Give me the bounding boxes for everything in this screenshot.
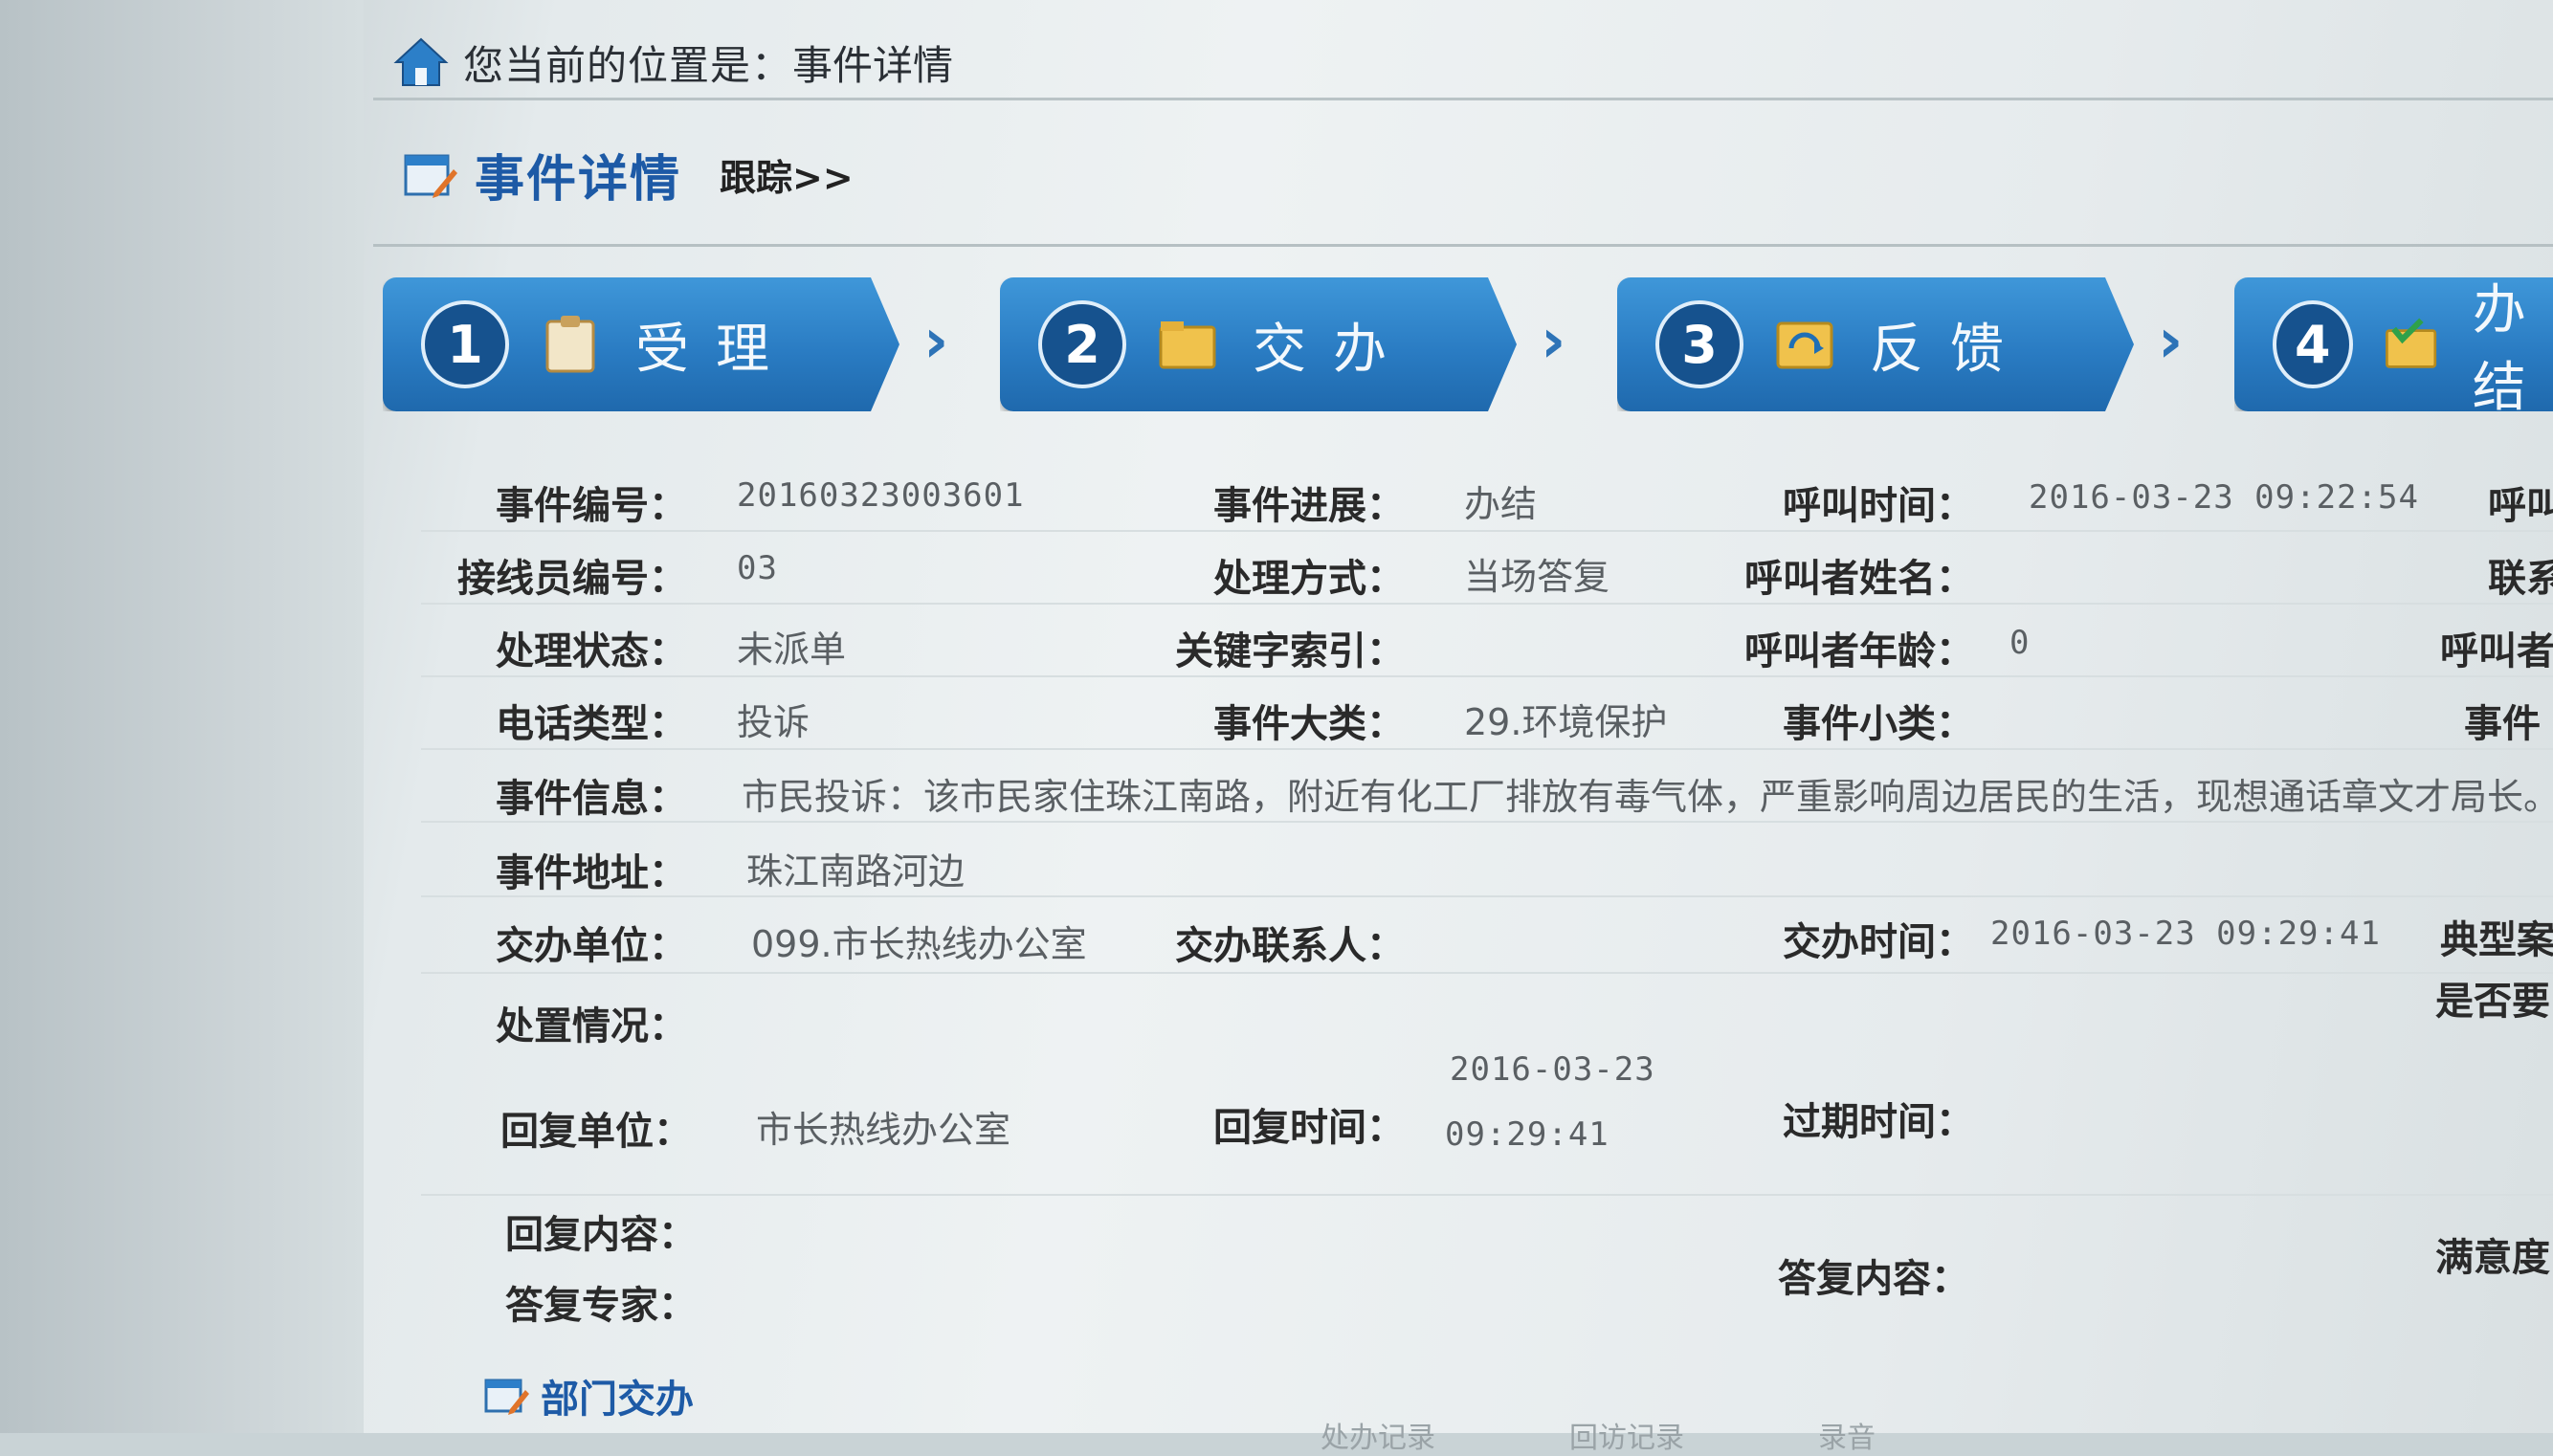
operator-value: 03 [737,549,778,587]
step-accept[interactable]: 1 受理 [383,277,899,411]
keyword-label: 关键字索引： [1175,629,1405,673]
step-label: 反馈 [1870,318,2031,381]
col4-label: 典型案 [2440,918,2553,962]
status-label: 处理状态： [496,629,687,673]
col4-label: 是否要 [2435,980,2550,1024]
table-row: 处置情况： 是否要 [421,974,2553,1048]
phone-type-value: 投诉 [737,701,810,743]
address-value: 珠江南路河边 [746,850,966,893]
page-title: 事件详情 [475,151,682,209]
assign-time-label: 交办时间： [1783,920,1974,964]
step-feedback[interactable]: 3 反馈 [1617,277,2134,411]
step-number: 1 [421,300,509,388]
reply-unit-label: 回复单位： [500,1110,692,1154]
reply-time-clock: 09:29:41 [1445,1115,1610,1154]
divider [373,244,2553,247]
category-value: 29.环境保护 [1464,701,1668,743]
expert-label: 答复专家： [505,1284,697,1328]
table-row: 处理状态： 未派单 关键字索引： 呼叫者年龄： 0 呼叫者 [421,605,2553,677]
call-time-value: 2016-03-23 09:22:54 [2029,478,2419,517]
step-assign[interactable]: 2 交办 [1000,277,1517,411]
table-row: 事件信息： 市民投诉：该市民家住珠江南路，附近有化工厂排放有毒气体，严重影响周边… [421,750,2553,823]
col4-label: 呼叫 [2488,484,2553,528]
method-label: 处理方式： [1213,557,1405,601]
reply-time-label: 回复时间： [1213,1106,1405,1150]
table-row: 交办单位： 099.市长热线办公室 交办联系人： 交办时间： 2016-03-2… [421,897,2553,974]
tab-recording[interactable]: 录音 [1818,1414,1876,1456]
divider [373,98,2553,100]
step-number: 3 [1655,300,1743,388]
col4-label: 联系 [2488,557,2553,601]
assign-unit-label: 交办单位： [496,924,687,968]
table-row: 回复内容： 答复专家： 答复内容： 满意度： [421,1198,2553,1341]
breadcrumb: 您当前的位置是： 事件详情 [392,19,953,105]
assign-contact-label: 交办联系人： [1175,924,1405,968]
subcategory-label: 事件小类： [1783,702,1974,746]
document-edit-icon [484,1379,529,1415]
assign-unit-value: 099.市长热线办公室 [751,923,1087,965]
table-row: 事件地址： 珠江南路河边 [421,825,2553,897]
satisfaction-label: 满意度： [2435,1236,2553,1280]
clipboard-icon [538,314,603,375]
progress-value: 办结 [1464,483,1538,525]
reply-time-date: 2016-03-23 [1450,1050,1655,1089]
step-label: 交办 [1253,318,1413,381]
col4-label: 事件 [2464,702,2541,746]
step-arrow-icon: › [2158,306,2184,377]
table-row: 事件编号： 20160323003601 事件进展： 办结 呼叫时间： 2016… [421,459,2553,532]
phone-type-label: 电话类型： [496,702,687,746]
dept-section-header: 部门交办 [483,1368,694,1423]
info-label: 事件信息： [496,777,687,821]
feedback-icon [1772,314,1837,375]
step-label: 办结 [2472,279,2553,419]
col4-label: 呼叫者 [2440,629,2553,673]
reply-unit-value: 市长热线办公室 [756,1109,1011,1151]
operator-label: 接线员编号： [457,557,687,601]
home-icon[interactable] [392,33,450,91]
title-bar: 事件详情 跟踪>> [402,139,854,210]
folder-icon [1155,314,1220,375]
progress-label: 事件进展： [1213,484,1405,528]
answer-content-label: 答复内容： [1778,1257,1969,1301]
check-folder-icon [2382,314,2440,375]
call-time-label: 呼叫时间： [1783,484,1974,528]
progress-steps: 1 受理 › 2 交办 › 3 反馈 › 4 办结 [383,277,2553,440]
event-no-value: 20160323003601 [737,476,1025,515]
breadcrumb-prefix: 您当前的位置是： [463,41,793,89]
caller-name-label: 呼叫者姓名： [1744,557,1974,601]
table-row: 回复单位： 市长热线办公室 回复时间： 2016-03-23 09:29:41 … [421,1050,2553,1196]
status-value: 未派单 [737,629,847,671]
step-arrow-icon: › [1541,306,1566,377]
reply-content-label: 回复内容： [505,1213,697,1257]
step-arrow-icon: › [923,306,949,377]
dept-title: 部门交办 [541,1378,694,1422]
expire-label: 过期时间： [1783,1100,1974,1144]
tab-process-records[interactable]: 处办记录 [1321,1414,1435,1456]
assign-time-value: 2016-03-23 09:29:41 [1990,915,2381,953]
caller-age-value: 0 [2009,624,2031,662]
event-no-label: 事件编号： [496,484,687,528]
table-row: 接线员编号： 03 处理方式： 当场答复 呼叫者姓名： 联系 [421,532,2553,605]
step-label: 受理 [635,318,796,381]
breadcrumb-current: 事件详情 [792,41,954,89]
step-complete[interactable]: 4 办结 [2234,277,2553,411]
left-margin [0,0,364,1433]
method-value: 当场答复 [1464,556,1610,598]
table-row: 电话类型： 投诉 事件大类： 29.环境保护 事件小类： 事件 [421,677,2553,750]
tab-visit-records[interactable]: 回访记录 [1569,1414,1684,1456]
step-number: 2 [1038,300,1126,388]
screen: 您当前的位置是： 事件详情 事件详情 跟踪>> 1 受理 › 2 交办 › 3 … [0,0,2553,1455]
address-label: 事件地址： [496,851,687,895]
document-edit-icon [404,154,457,198]
info-value: 市民投诉：该市民家住珠江南路，附近有化工厂排放有毒气体，严重影响周边居民的生活，… [742,776,2553,818]
step-number: 4 [2273,300,2353,388]
disposal-label: 处置情况： [496,1004,687,1048]
caller-age-label: 呼叫者年龄： [1744,629,1974,673]
category-label: 事件大类： [1213,702,1405,746]
track-link[interactable]: 跟踪>> [720,148,854,201]
